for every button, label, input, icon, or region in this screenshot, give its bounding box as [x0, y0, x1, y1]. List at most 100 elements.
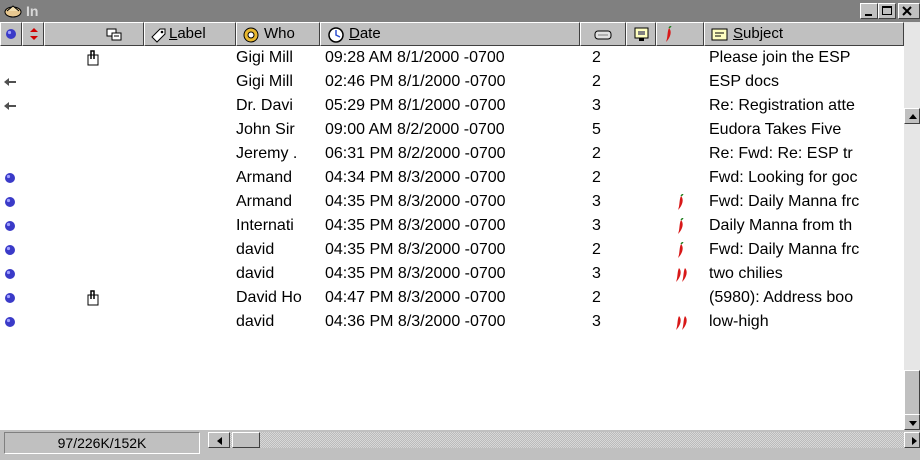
mailbox-window: In Label Who Date Subject Gigi Mill 09:2… — [0, 0, 920, 460]
message-date: 04:35 PM 8/3/2000 -0700 — [325, 241, 506, 258]
unread-dot-icon — [5, 221, 15, 231]
unread-dot-icon — [5, 317, 15, 327]
message-size: 5 — [592, 121, 601, 138]
message-row[interactable]: Armand 04:34 PM 8/3/2000 -0700 2 Fwd: Looki… — [0, 166, 904, 190]
message-who: John Sir — [236, 121, 295, 138]
horizontal-scrollbar[interactable] — [208, 432, 920, 448]
message-date: 04:35 PM 8/3/2000 -0700 — [325, 265, 506, 282]
message-size: 2 — [592, 241, 601, 258]
who-person-icon — [243, 27, 259, 43]
message-who: Armand — [236, 193, 293, 210]
message-subject: Fwd: Looking for goc — [709, 169, 858, 186]
message-date: 05:29 PM 8/1/2000 -0700 — [325, 97, 506, 114]
mailbox-icon — [4, 5, 22, 18]
message-date: 09:28 AM 8/1/2000 -0700 — [325, 49, 505, 66]
message-date: 06:31 PM 8/2/2000 -0700 — [325, 145, 506, 162]
column-subject[interactable]: Subject — [704, 22, 904, 46]
message-subject: Eudora Takes Five — [709, 121, 842, 138]
unread-dot-icon — [5, 197, 15, 207]
message-size: 2 — [592, 169, 601, 186]
scroll-down-button[interactable] — [904, 414, 920, 430]
unread-dot-icon — [5, 293, 15, 303]
title-bar[interactable]: In — [0, 0, 920, 22]
message-row[interactable]: Gigi Mill 02:46 PM 8/1/2000 -0700 2 ESP doc… — [0, 70, 904, 94]
clock-icon — [328, 27, 344, 43]
vertical-scrollbar[interactable] — [904, 22, 920, 430]
message-date: 02:46 PM 8/1/2000 -0700 — [325, 73, 506, 90]
message-subject: Re: Registration atte — [709, 97, 855, 114]
minimize-button[interactable] — [860, 3, 878, 19]
server-icon — [634, 27, 649, 41]
unread-dot-icon — [5, 173, 15, 183]
column-status[interactable] — [0, 22, 22, 46]
message-list: Gigi Mill 09:28 AM 8/1/2000 -0700 2 Please … — [0, 46, 904, 430]
message-size: 2 — [592, 289, 601, 306]
message-who: david — [236, 241, 275, 258]
message-date: 04:34 PM 8/3/2000 -0700 — [325, 169, 506, 186]
chili-icon — [678, 194, 684, 210]
arrow-left-icon — [217, 437, 222, 445]
column-priority[interactable] — [22, 22, 44, 46]
scroll-left-button[interactable] — [208, 432, 230, 448]
subject-icon — [711, 28, 728, 41]
message-subject: two chilies — [709, 265, 783, 282]
message-who: Gigi Mill — [236, 49, 293, 66]
message-size: 2 — [592, 73, 601, 90]
message-row[interactable]: Dr. Davi 05:29 PM 8/1/2000 -0700 3 Re: Regi… — [0, 94, 904, 118]
message-size: 3 — [592, 193, 601, 210]
column-date[interactable]: Date — [320, 22, 580, 46]
message-who: Internati — [236, 217, 294, 234]
forwarded-arrow-icon — [4, 102, 16, 110]
message-row[interactable]: David Ho 04:47 PM 8/3/2000 -0700 2 (5980): … — [0, 286, 904, 310]
unread-dot-icon — [5, 245, 15, 255]
column-mood[interactable] — [656, 22, 704, 46]
column-label[interactable]: Label — [144, 22, 236, 46]
window-title: In — [26, 3, 39, 19]
arrow-down-icon — [909, 421, 917, 426]
message-date: 09:00 AM 8/2/2000 -0700 — [325, 121, 505, 138]
arrow-up-icon — [909, 114, 917, 119]
size-icon — [594, 30, 612, 40]
message-subject: (5980): Address boo — [709, 289, 854, 306]
message-row[interactable]: david 04:36 PM 8/3/2000 -0700 3 low-high — [0, 310, 904, 334]
message-who: Armand — [236, 169, 293, 186]
horizontal-scroll-thumb[interactable] — [232, 432, 260, 448]
message-date: 04:35 PM 8/3/2000 -0700 — [325, 193, 506, 210]
column-server[interactable] — [626, 22, 656, 46]
message-who: david — [236, 313, 275, 330]
message-row[interactable]: Armand 04:35 PM 8/3/2000 -0700 3 Fwd: Daily… — [0, 190, 904, 214]
unread-dot-icon — [5, 269, 15, 279]
maximize-icon — [882, 6, 892, 15]
column-attachment[interactable] — [44, 22, 144, 46]
message-row[interactable]: Gigi Mill 09:28 AM 8/1/2000 -0700 2 Please … — [0, 46, 904, 70]
two-chilies-icon — [676, 316, 687, 330]
column-date-text: Date — [349, 25, 381, 42]
two-chilies-icon — [676, 268, 687, 282]
column-subject-text: Subject — [733, 25, 784, 42]
message-subject: Daily Manna from th — [709, 217, 853, 234]
mailbox-size-info: 97/226K/152K — [4, 432, 200, 454]
column-header: Label Who Date Subject — [0, 22, 904, 46]
message-size: 3 — [592, 217, 601, 234]
close-button[interactable] — [898, 3, 920, 19]
message-row[interactable]: david 04:35 PM 8/3/2000 -0700 2 Fwd: Daily … — [0, 238, 904, 262]
message-size: 3 — [592, 97, 601, 114]
label-tag-icon — [151, 28, 166, 43]
message-row[interactable]: John Sir 09:00 AM 8/2/2000 -0700 5 Eudora T… — [0, 118, 904, 142]
message-who: david — [236, 265, 275, 282]
message-row[interactable]: Jeremy . 06:31 PM 8/2/2000 -0700 2 Re: Fwd:… — [0, 142, 904, 166]
paperclip-attachment-icon — [87, 50, 99, 66]
scroll-right-button[interactable] — [904, 432, 920, 448]
message-row[interactable]: david 04:35 PM 8/3/2000 -0700 3 two chilies — [0, 262, 904, 286]
message-subject: Fwd: Daily Manna frc — [709, 193, 860, 210]
column-who[interactable]: Who — [236, 22, 320, 46]
scroll-up-button[interactable] — [904, 108, 920, 124]
column-size[interactable] — [580, 22, 626, 46]
status-dot-icon — [6, 29, 16, 39]
message-size: 2 — [592, 145, 601, 162]
maximize-button[interactable] — [878, 3, 896, 19]
message-row[interactable]: Internati 04:35 PM 8/3/2000 -0700 3 Daily M… — [0, 214, 904, 238]
message-size: 2 — [592, 49, 601, 66]
message-subject: ESP docs — [709, 73, 779, 90]
close-icon — [902, 6, 912, 16]
